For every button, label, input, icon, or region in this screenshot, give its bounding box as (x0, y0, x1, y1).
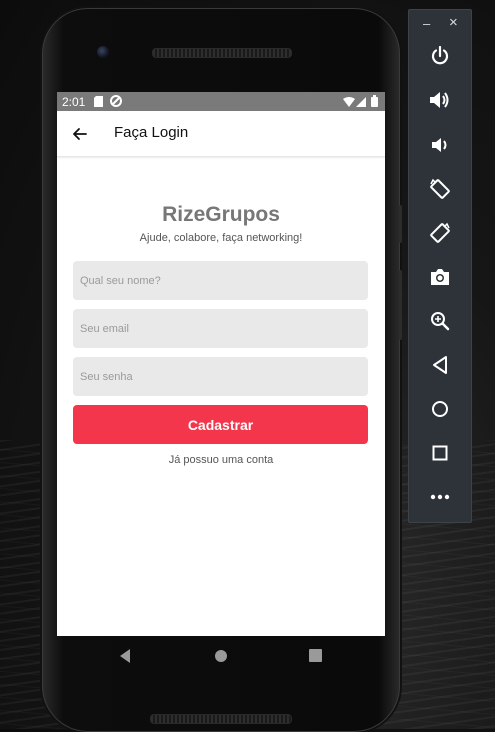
bottom-speaker (150, 714, 292, 724)
login-link[interactable]: Já possuo uma conta (57, 454, 385, 466)
name-input[interactable] (73, 261, 368, 300)
sd-card-icon (94, 96, 103, 110)
overview-icon[interactable] (425, 438, 455, 468)
minimize-button[interactable]: – (423, 16, 430, 31)
nav-home-button[interactable] (214, 649, 228, 668)
nav-back-button[interactable] (118, 648, 132, 669)
home-icon[interactable] (425, 394, 455, 424)
volume-side-button (399, 270, 402, 340)
password-input[interactable] (73, 357, 368, 396)
back-icon[interactable] (425, 350, 455, 380)
more-icon[interactable] (425, 482, 455, 512)
register-button[interactable]: Cadastrar (73, 405, 368, 444)
battery-icon (371, 95, 378, 110)
zoom-icon[interactable] (425, 306, 455, 336)
volume-down-icon[interactable] (425, 130, 455, 160)
email-input[interactable] (73, 309, 368, 348)
nav-overview-button[interactable] (309, 649, 322, 667)
power-side-button (399, 205, 402, 243)
rotate-right-icon[interactable] (425, 218, 455, 248)
front-camera (97, 46, 109, 58)
device-screen: 2:01 Faça Login RizeGrupos Ajude, colabo… (57, 92, 385, 636)
brand-title: RizeGrupos (162, 203, 280, 226)
status-bar: 2:01 (57, 92, 385, 111)
rotate-left-icon[interactable] (425, 174, 455, 204)
top-speaker (152, 48, 292, 58)
sync-icon (110, 95, 122, 110)
page-title: Faça Login (114, 124, 189, 141)
emulator-toolbar: – × (408, 9, 472, 523)
wifi-icon (343, 96, 355, 110)
power-icon[interactable] (425, 41, 455, 71)
status-time: 2:01 (62, 95, 86, 109)
app-bar: Faça Login (57, 111, 385, 157)
signal-icon (356, 96, 366, 110)
volume-up-icon[interactable] (425, 85, 455, 115)
camera-icon[interactable] (425, 262, 455, 292)
back-arrow-icon[interactable] (69, 123, 91, 145)
brand-tagline: Ajude, colabore, faça networking! (139, 232, 303, 244)
close-button[interactable]: × (449, 14, 458, 31)
